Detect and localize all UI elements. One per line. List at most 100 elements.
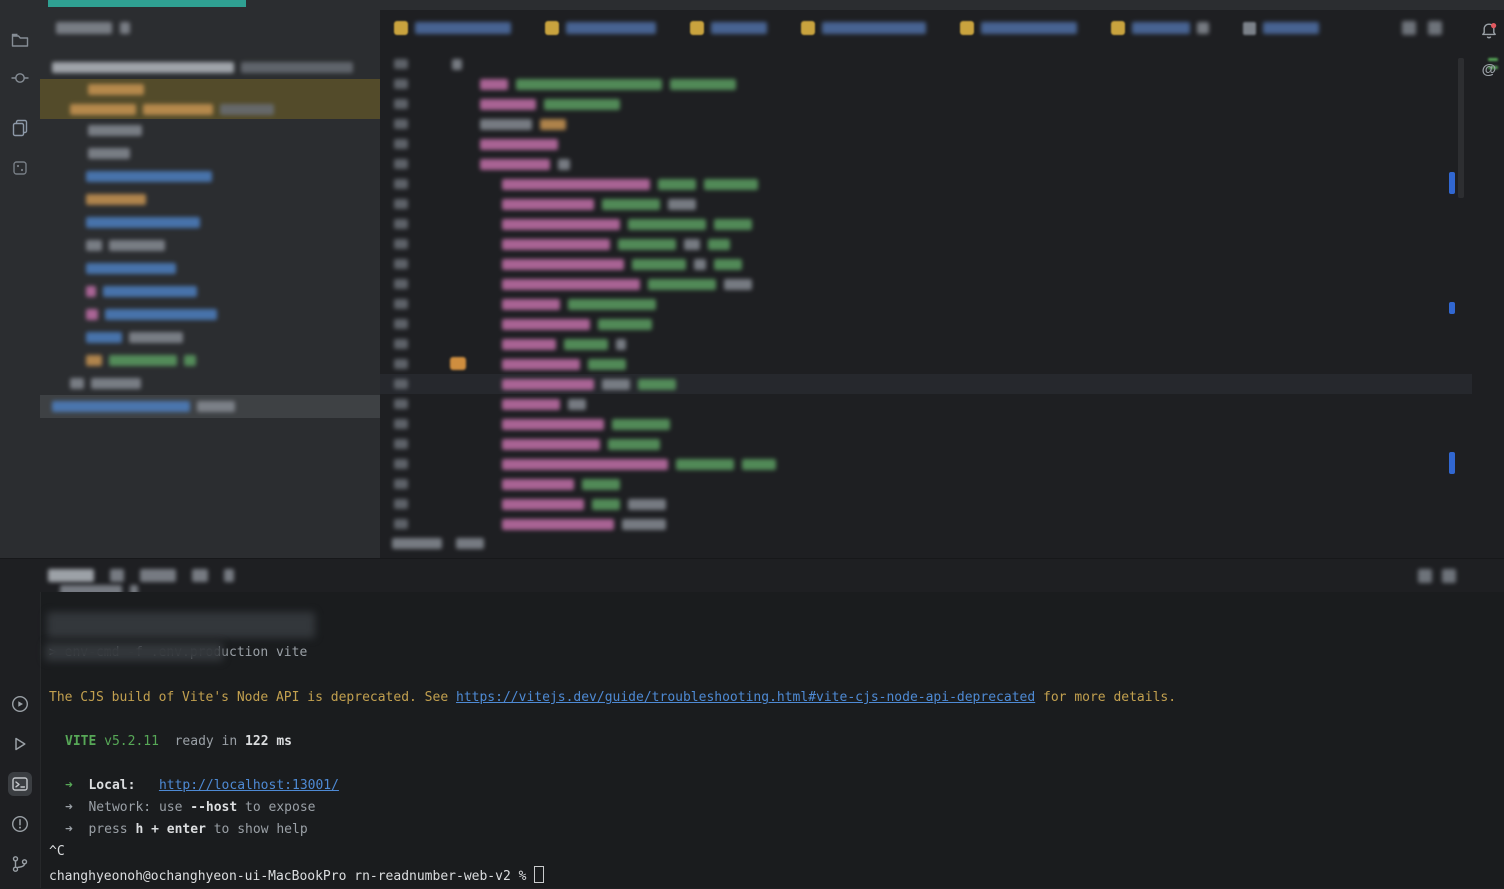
code-line-redacted [380, 374, 1472, 394]
tree-item-redacted[interactable] [40, 79, 380, 99]
version-control-icon[interactable] [8, 852, 32, 876]
tree-item-redacted[interactable] [40, 257, 380, 280]
tree-item-redacted[interactable] [40, 165, 380, 188]
redacted-text [392, 538, 442, 549]
redacted-text [86, 355, 102, 366]
commit-icon[interactable] [8, 66, 32, 90]
redacted-text [628, 218, 706, 230]
redacted-text [632, 258, 686, 270]
redacted-text [394, 299, 408, 309]
tree-item-redacted[interactable] [40, 188, 380, 211]
redacted-text [48, 569, 94, 582]
scroll-change-mark[interactable] [1449, 302, 1455, 314]
run-icon[interactable] [8, 732, 32, 756]
code-line-redacted [380, 154, 1472, 174]
code-line-redacted [380, 254, 1472, 274]
profiler-icon[interactable] [8, 692, 32, 716]
titlebar-accent-strip [48, 0, 246, 7]
tree-item-redacted[interactable] [40, 280, 380, 303]
tree-item-redacted[interactable] [40, 56, 380, 79]
redacted-text [140, 569, 176, 582]
tree-item-redacted[interactable] [40, 372, 380, 395]
project-icon[interactable] [8, 28, 32, 52]
redacted-text [143, 103, 213, 115]
redacted-text [192, 569, 208, 582]
redacted-text [540, 118, 566, 130]
code-line-redacted [380, 334, 1472, 354]
editor-tab-redacted[interactable] [545, 10, 656, 46]
redacted-text [502, 218, 620, 230]
project-tool-window [40, 10, 380, 558]
terminal-output[interactable]: > env-cmd -f .env.production vite The CJ… [40, 592, 1504, 888]
redacted-text [502, 298, 560, 310]
redacted-text [608, 438, 660, 450]
ai-assistant-glyph: @ [1481, 60, 1497, 78]
notifications-bell-icon[interactable] [1478, 20, 1500, 42]
redacted-text [394, 59, 408, 69]
tree-item-redacted[interactable] [40, 349, 380, 372]
project-panel-header-redacted[interactable] [56, 22, 130, 34]
plugins-icon[interactable] [8, 156, 32, 180]
redacted-text [394, 179, 408, 189]
terminal-icon[interactable] [8, 772, 32, 796]
redacted-text [568, 398, 586, 410]
editor-tab-redacted[interactable] [801, 10, 926, 46]
localhost-link[interactable]: http://localhost:13001/ [159, 778, 339, 793]
redacted-text [86, 194, 146, 205]
redacted-text [724, 278, 752, 290]
redacted-text [598, 318, 652, 330]
tab-bar-more-icon[interactable] [1428, 21, 1442, 35]
redacted-text [582, 478, 620, 490]
terminal-cursor [534, 866, 545, 883]
scroll-change-mark[interactable] [1449, 172, 1455, 194]
tab-bar-options-icon[interactable] [1402, 21, 1416, 35]
redacted-text [694, 258, 706, 270]
redacted-text [103, 286, 197, 297]
editor-tab-bar [394, 10, 1353, 46]
bookmarks-icon[interactable] [8, 116, 32, 140]
scroll-change-mark[interactable] [1449, 452, 1455, 474]
redacted-text [394, 99, 408, 109]
redacted-text [502, 518, 614, 530]
redacted-text [91, 378, 141, 389]
redacted-text [56, 22, 112, 34]
tree-item-redacted[interactable] [40, 326, 380, 349]
redacted-text [70, 103, 136, 115]
tree-item-redacted[interactable] [40, 211, 380, 234]
tree-item-redacted[interactable] [40, 303, 380, 326]
redacted-text [184, 355, 196, 366]
vite-deprecation-link[interactable]: https://vitejs.dev/guide/troubleshooting… [456, 690, 1035, 705]
redacted-text [86, 263, 176, 274]
redacted-terminal-line [47, 612, 315, 638]
tree-item-redacted[interactable] [40, 119, 380, 142]
panel-maximize-icon[interactable] [1418, 569, 1432, 583]
panel-hide-icon[interactable] [1442, 569, 1456, 583]
redacted-text [452, 58, 462, 70]
redacted-text [394, 159, 408, 169]
redacted-text [88, 83, 144, 95]
redacted-text [602, 378, 630, 390]
editor-tab-redacted[interactable] [1111, 10, 1209, 46]
redacted-text [502, 318, 590, 330]
editor-scrollbar-thumb[interactable] [1458, 58, 1464, 198]
problems-icon[interactable] [8, 812, 32, 836]
editor-tab-redacted[interactable] [394, 10, 511, 46]
redacted-text [394, 459, 408, 469]
redacted-text [638, 378, 676, 390]
redacted-text [1132, 22, 1190, 34]
tree-item-redacted[interactable] [40, 99, 380, 119]
tree-item-redacted[interactable] [40, 395, 380, 418]
redacted-text [394, 419, 408, 429]
breadcrumb-redacted[interactable] [392, 538, 484, 549]
terminal-panel-header-redacted[interactable] [48, 569, 234, 582]
tree-item-redacted[interactable] [40, 142, 380, 165]
editor-tab-redacted[interactable] [690, 10, 767, 46]
tree-item-redacted[interactable] [40, 234, 380, 257]
redacted-text [502, 418, 604, 430]
editor-tab-redacted[interactable] [1243, 10, 1319, 46]
editor-tab-redacted[interactable] [960, 10, 1077, 46]
redacted-text [456, 538, 484, 549]
redacted-text [648, 278, 716, 290]
bookmark-icon[interactable] [450, 357, 466, 370]
ai-assistant-icon[interactable]: @ [1478, 58, 1500, 80]
